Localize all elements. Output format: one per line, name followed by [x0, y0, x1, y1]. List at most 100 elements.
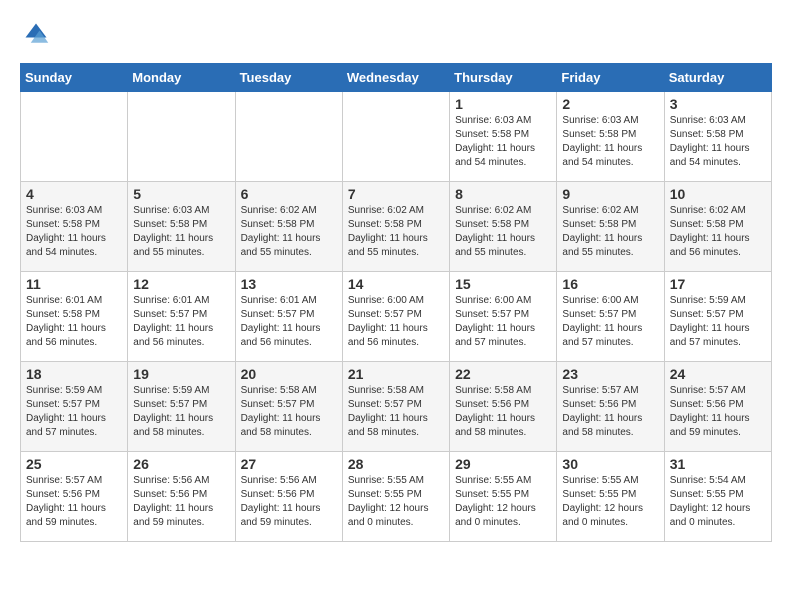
weekday-header-sunday: Sunday — [21, 64, 128, 92]
day-info: Sunrise: 6:03 AM Sunset: 5:58 PM Dayligh… — [562, 114, 658, 170]
calendar-cell: 8 Sunrise: 6:02 AM Sunset: 5:58 PM Daylig… — [450, 182, 557, 272]
weekday-header-friday: Friday — [557, 64, 664, 92]
day-number: 22 — [455, 366, 551, 382]
day-info: Sunrise: 6:00 AM Sunset: 5:57 PM Dayligh… — [348, 294, 444, 350]
day-number: 19 — [133, 366, 229, 382]
day-number: 29 — [455, 456, 551, 472]
day-number: 14 — [348, 276, 444, 292]
calendar-cell: 28 Sunrise: 5:55 AM Sunset: 5:55 PM Dayli… — [342, 452, 449, 542]
weekday-header-tuesday: Tuesday — [235, 64, 342, 92]
day-info: Sunrise: 6:00 AM Sunset: 5:57 PM Dayligh… — [562, 294, 658, 350]
calendar-cell: 24Sunrise: 5:57 AM Sunset: 5:56 PM Dayli… — [664, 362, 771, 452]
day-info: Sunrise: 5:58 AM Sunset: 5:57 PM Dayligh… — [241, 384, 337, 440]
day-info: Sunrise: 6:02 AM Sunset: 5:58 PM Dayligh… — [241, 204, 337, 260]
day-number: 5 — [133, 186, 229, 202]
calendar-cell: 13 Sunrise: 6:01 AM Sunset: 5:57 PM Dayli… — [235, 272, 342, 362]
day-number: 17 — [670, 276, 766, 292]
calendar-cell: 23Sunrise: 5:57 AM Sunset: 5:56 PM Dayli… — [557, 362, 664, 452]
calendar-cell — [21, 92, 128, 182]
calendar-cell — [235, 92, 342, 182]
calendar-cell: 9 Sunrise: 6:02 AM Sunset: 5:58 PM Daylig… — [557, 182, 664, 272]
day-number: 26 — [133, 456, 229, 472]
day-info: Sunrise: 5:55 AM Sunset: 5:55 PM Dayligh… — [455, 474, 551, 530]
day-number: 11 — [26, 276, 122, 292]
calendar-cell: 20 Sunrise: 5:58 AM Sunset: 5:57 PM Dayli… — [235, 362, 342, 452]
calendar-cell: 21Sunrise: 5:58 AM Sunset: 5:57 PM Dayli… — [342, 362, 449, 452]
weekday-header-row: SundayMondayTuesdayWednesdayThursdayFrid… — [21, 64, 772, 92]
day-info: Sunrise: 6:03 AM Sunset: 5:58 PM Dayligh… — [26, 204, 122, 260]
day-info: Sunrise: 6:03 AM Sunset: 5:58 PM Dayligh… — [670, 114, 766, 170]
calendar-week-2: 4Sunrise: 6:03 AM Sunset: 5:58 PM Daylig… — [21, 182, 772, 272]
day-number: 27 — [241, 456, 337, 472]
calendar-cell — [342, 92, 449, 182]
day-info: Sunrise: 5:58 AM Sunset: 5:57 PM Dayligh… — [348, 384, 444, 440]
calendar-cell: 3 Sunrise: 6:03 AM Sunset: 5:58 PM Daylig… — [664, 92, 771, 182]
day-number: 25 — [26, 456, 122, 472]
day-info: Sunrise: 5:55 AM Sunset: 5:55 PM Dayligh… — [562, 474, 658, 530]
day-number: 2 — [562, 96, 658, 112]
calendar-cell: 1 Sunrise: 6:03 AM Sunset: 5:58 PM Daylig… — [450, 92, 557, 182]
calendar-week-1: 1 Sunrise: 6:03 AM Sunset: 5:58 PM Daylig… — [21, 92, 772, 182]
day-info: Sunrise: 5:57 AM Sunset: 5:56 PM Dayligh… — [670, 384, 766, 440]
day-number: 3 — [670, 96, 766, 112]
day-info: Sunrise: 6:01 AM Sunset: 5:58 PM Dayligh… — [26, 294, 122, 350]
calendar-week-3: 11 Sunrise: 6:01 AM Sunset: 5:58 PM Dayli… — [21, 272, 772, 362]
day-number: 13 — [241, 276, 337, 292]
day-info: Sunrise: 6:02 AM Sunset: 5:58 PM Dayligh… — [562, 204, 658, 260]
calendar-cell: 16 Sunrise: 6:00 AM Sunset: 5:57 PM Dayli… — [557, 272, 664, 362]
day-info: Sunrise: 5:56 AM Sunset: 5:56 PM Dayligh… — [241, 474, 337, 530]
calendar-cell: 11 Sunrise: 6:01 AM Sunset: 5:58 PM Dayli… — [21, 272, 128, 362]
calendar-cell: 26 Sunrise: 5:56 AM Sunset: 5:56 PM Dayli… — [128, 452, 235, 542]
weekday-header-monday: Monday — [128, 64, 235, 92]
day-info: Sunrise: 6:01 AM Sunset: 5:57 PM Dayligh… — [133, 294, 229, 350]
calendar-cell: 14 Sunrise: 6:00 AM Sunset: 5:57 PM Dayli… — [342, 272, 449, 362]
day-number: 12 — [133, 276, 229, 292]
calendar-cell: 10 Sunrise: 6:02 AM Sunset: 5:58 PM Dayli… — [664, 182, 771, 272]
day-info: Sunrise: 6:03 AM Sunset: 5:58 PM Dayligh… — [455, 114, 551, 170]
calendar-cell: 30 Sunrise: 5:55 AM Sunset: 5:55 PM Dayli… — [557, 452, 664, 542]
day-number: 16 — [562, 276, 658, 292]
calendar-cell: 22 Sunrise: 5:58 AM Sunset: 5:56 PM Dayli… — [450, 362, 557, 452]
day-number: 6 — [241, 186, 337, 202]
day-info: Sunrise: 5:57 AM Sunset: 5:56 PM Dayligh… — [562, 384, 658, 440]
day-number: 30 — [562, 456, 658, 472]
weekday-header-saturday: Saturday — [664, 64, 771, 92]
page-header — [20, 20, 772, 53]
calendar-cell: 27 Sunrise: 5:56 AM Sunset: 5:56 PM Dayli… — [235, 452, 342, 542]
calendar-table: SundayMondayTuesdayWednesdayThursdayFrid… — [20, 63, 772, 542]
day-info: Sunrise: 6:02 AM Sunset: 5:58 PM Dayligh… — [670, 204, 766, 260]
day-number: 20 — [241, 366, 337, 382]
day-number: 9 — [562, 186, 658, 202]
day-number: 31 — [670, 456, 766, 472]
day-info: Sunrise: 6:00 AM Sunset: 5:57 PM Dayligh… — [455, 294, 551, 350]
day-info: Sunrise: 5:58 AM Sunset: 5:56 PM Dayligh… — [455, 384, 551, 440]
day-info: Sunrise: 5:59 AM Sunset: 5:57 PM Dayligh… — [26, 384, 122, 440]
day-info: Sunrise: 6:01 AM Sunset: 5:57 PM Dayligh… — [241, 294, 337, 350]
calendar-cell: 17 Sunrise: 5:59 AM Sunset: 5:57 PM Dayli… — [664, 272, 771, 362]
day-number: 1 — [455, 96, 551, 112]
day-info: Sunrise: 5:56 AM Sunset: 5:56 PM Dayligh… — [133, 474, 229, 530]
day-info: Sunrise: 5:59 AM Sunset: 5:57 PM Dayligh… — [133, 384, 229, 440]
calendar-cell: 5 Sunrise: 6:03 AM Sunset: 5:58 PM Daylig… — [128, 182, 235, 272]
day-info: Sunrise: 6:02 AM Sunset: 5:58 PM Dayligh… — [348, 204, 444, 260]
weekday-header-thursday: Thursday — [450, 64, 557, 92]
day-number: 18 — [26, 366, 122, 382]
calendar-cell: 12 Sunrise: 6:01 AM Sunset: 5:57 PM Dayli… — [128, 272, 235, 362]
day-number: 10 — [670, 186, 766, 202]
day-number: 8 — [455, 186, 551, 202]
day-info: Sunrise: 5:54 AM Sunset: 5:55 PM Dayligh… — [670, 474, 766, 530]
calendar-cell — [128, 92, 235, 182]
day-info: Sunrise: 6:02 AM Sunset: 5:58 PM Dayligh… — [455, 204, 551, 260]
day-number: 28 — [348, 456, 444, 472]
calendar-week-4: 18 Sunrise: 5:59 AM Sunset: 5:57 PM Dayli… — [21, 362, 772, 452]
calendar-cell: 6 Sunrise: 6:02 AM Sunset: 5:58 PM Daylig… — [235, 182, 342, 272]
calendar-cell: 19 Sunrise: 5:59 AM Sunset: 5:57 PM Dayli… — [128, 362, 235, 452]
calendar-cell: 4Sunrise: 6:03 AM Sunset: 5:58 PM Daylig… — [21, 182, 128, 272]
calendar-week-5: 25Sunrise: 5:57 AM Sunset: 5:56 PM Dayli… — [21, 452, 772, 542]
logo-icon — [22, 20, 50, 48]
day-info: Sunrise: 6:03 AM Sunset: 5:58 PM Dayligh… — [133, 204, 229, 260]
calendar-cell: 2 Sunrise: 6:03 AM Sunset: 5:58 PM Daylig… — [557, 92, 664, 182]
day-info: Sunrise: 5:59 AM Sunset: 5:57 PM Dayligh… — [670, 294, 766, 350]
day-info: Sunrise: 5:55 AM Sunset: 5:55 PM Dayligh… — [348, 474, 444, 530]
day-number: 7 — [348, 186, 444, 202]
